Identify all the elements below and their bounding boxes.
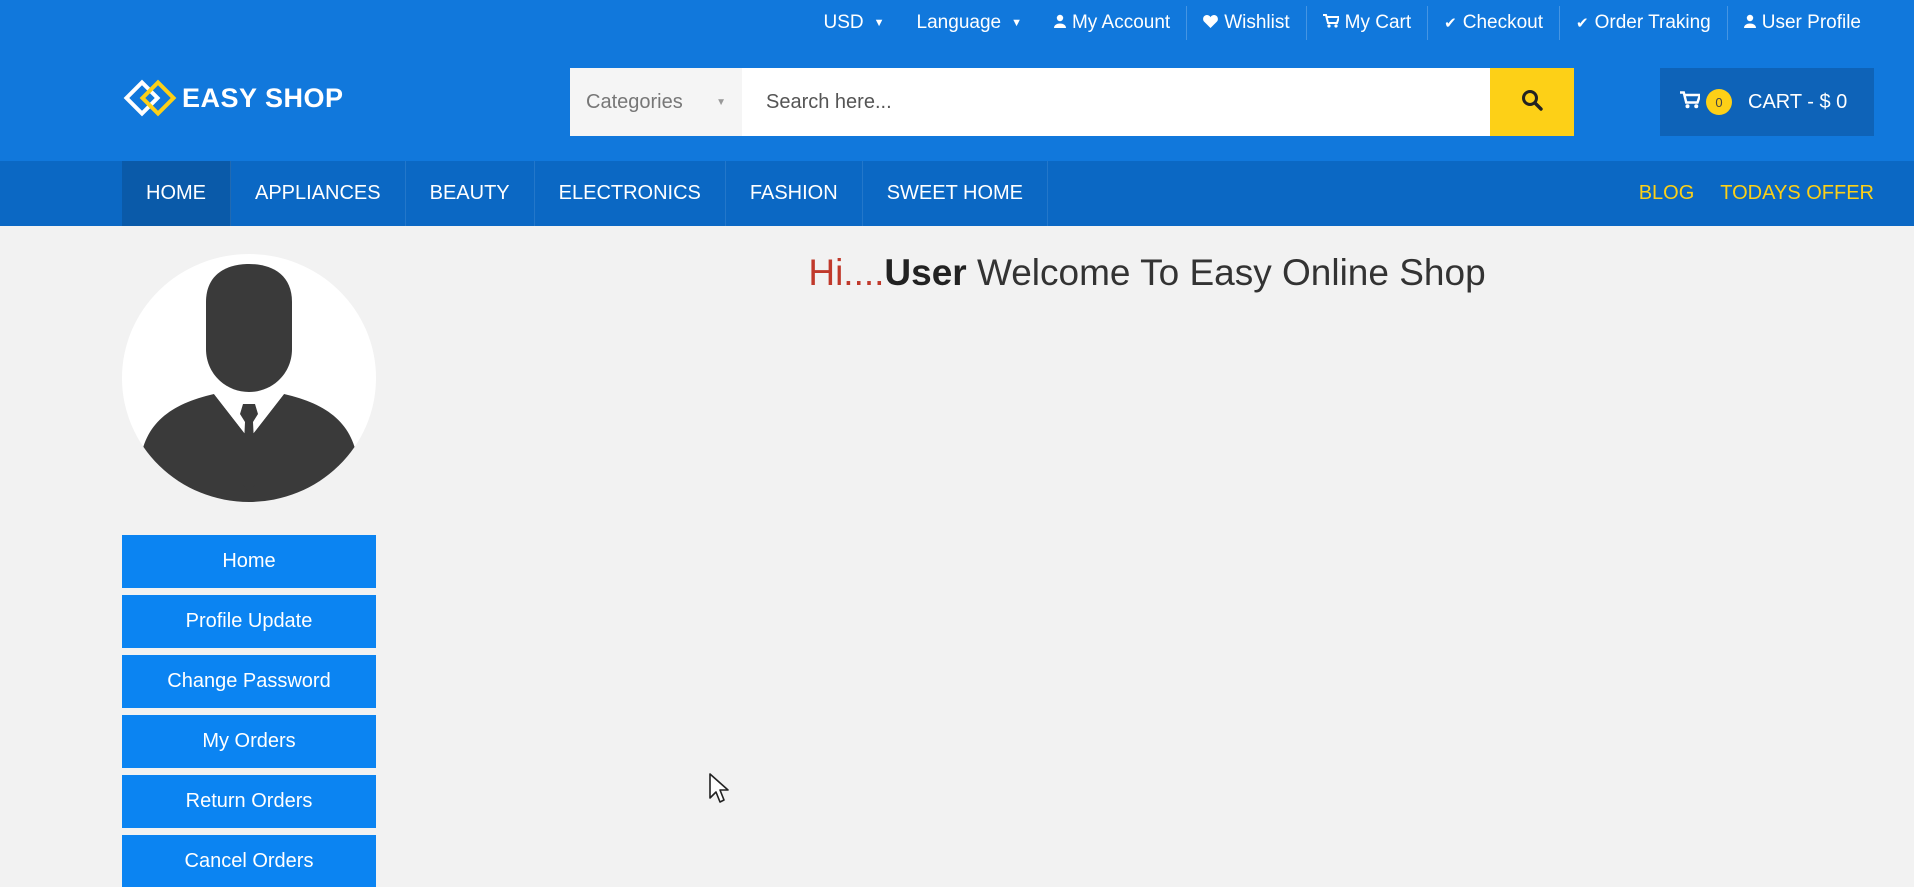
order-tracking-label: Order Traking (1594, 12, 1711, 33)
site-header: USD ▼ Language ▼ My Account Wishlist My … (0, 0, 1914, 161)
checkout-label: Checkout (1462, 12, 1544, 33)
search-input[interactable] (742, 68, 1490, 136)
heart-icon (1203, 14, 1219, 32)
site-logo[interactable]: EASY SHOP (122, 78, 344, 118)
mouse-pointer-icon (708, 772, 730, 809)
diamond-logo-icon (122, 78, 178, 118)
chevron-down-icon: ▼ (1011, 17, 1022, 29)
user-profile-link[interactable]: User Profile (1726, 6, 1877, 40)
order-tracking-link[interactable]: ✔ Order Traking (1559, 6, 1727, 40)
sidebar-button-home[interactable]: Home (122, 535, 376, 588)
top-bar: USD ▼ Language ▼ My Account Wishlist My … (808, 6, 1877, 40)
cart-total-label: CART - $ 0 (1748, 90, 1848, 113)
cart-icon (1322, 14, 1341, 32)
profile-sidebar: Home Profile Update Change Password My Orde… (122, 535, 376, 887)
nav-item-home[interactable]: HOME (122, 161, 231, 226)
currency-label: USD (823, 12, 864, 33)
category-select[interactable]: Categories ▼ (570, 68, 742, 136)
nav-item-sweet-home[interactable]: SWEET HOME (863, 161, 1048, 226)
sidebar-button-change-password[interactable]: Change Password (122, 655, 376, 708)
wishlist-label: Wishlist (1224, 12, 1290, 33)
currency-dropdown[interactable]: USD ▼ (808, 6, 901, 40)
nav-right-links: BLOG TODAYS OFFER (1613, 161, 1874, 226)
user-profile-label: User Profile (1761, 12, 1861, 33)
cart-button[interactable]: 0 CART - $ 0 (1660, 68, 1874, 136)
check-icon: ✔ (1576, 15, 1589, 32)
chevron-down-icon: ▼ (716, 96, 726, 108)
search-bar: Categories ▼ (570, 68, 1574, 136)
welcome-hi: Hi.... (808, 252, 885, 293)
my-account-label: My Account (1071, 12, 1171, 33)
cart-count-badge: 0 (1706, 89, 1732, 115)
my-account-link[interactable]: My Account (1038, 6, 1186, 40)
nav-item-electronics[interactable]: ELECTRONICS (535, 161, 726, 226)
search-button[interactable] (1490, 68, 1574, 136)
user-icon (1053, 14, 1066, 32)
main-nav: HOME APPLIANCES BEAUTY ELECTRONICS FASHION SW… (0, 161, 1914, 226)
sidebar-button-profile-update[interactable]: Profile Update (122, 595, 376, 648)
user-silhouette-icon (140, 264, 358, 502)
category-select-label: Categories (586, 90, 683, 113)
language-dropdown[interactable]: Language ▼ (901, 6, 1038, 40)
nav-item-appliances[interactable]: APPLIANCES (231, 161, 406, 226)
language-label: Language (916, 12, 1002, 33)
checkout-link[interactable]: ✔ Checkout (1427, 6, 1559, 40)
welcome-user: User (884, 252, 967, 293)
cart-icon (1680, 90, 1702, 114)
check-icon: ✔ (1444, 15, 1457, 32)
blog-link[interactable]: BLOG (1639, 182, 1695, 205)
logo-text: EASY SHOP (182, 82, 344, 113)
nav-categories: HOME APPLIANCES BEAUTY ELECTRONICS FASHION SW… (122, 161, 1048, 226)
my-cart-label: My Cart (1344, 12, 1412, 33)
sidebar-button-my-orders[interactable]: My Orders (122, 715, 376, 768)
avatar (122, 254, 376, 502)
todays-offer-link[interactable]: TODAYS OFFER (1720, 182, 1874, 205)
user-icon (1743, 14, 1756, 32)
nav-item-fashion[interactable]: FASHION (726, 161, 863, 226)
search-icon (1521, 89, 1543, 116)
sidebar-button-return-orders[interactable]: Return Orders (122, 775, 376, 828)
my-cart-link[interactable]: My Cart (1305, 6, 1428, 40)
welcome-text: Welcome To Easy Online Shop (966, 252, 1486, 293)
wishlist-link[interactable]: Wishlist (1186, 6, 1305, 40)
sidebar-button-cancel-orders[interactable]: Cancel Orders (122, 835, 376, 887)
chevron-down-icon: ▼ (873, 17, 885, 29)
nav-item-beauty[interactable]: BEAUTY (406, 161, 535, 226)
